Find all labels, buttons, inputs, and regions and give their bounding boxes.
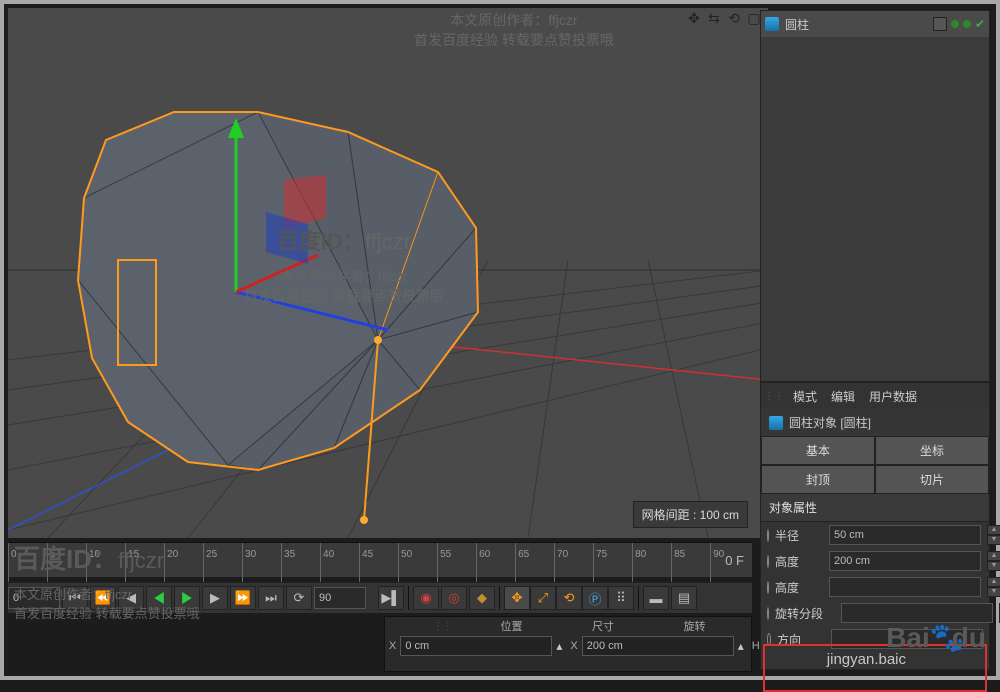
goto-start-button[interactable]: ⏮ [62,586,88,610]
spin-up-icon[interactable]: ▲ [987,551,1000,561]
drag-grip-icon[interactable]: ⋮⋮ [385,621,477,632]
size-x-input[interactable] [582,636,734,656]
pos-header: 位置 [477,618,569,634]
attr-object-header: 圆柱对象 [圆柱] [761,409,989,436]
mode-move-button[interactable]: ✥ [504,586,530,610]
cylinder-icon [765,17,779,31]
autokey-button[interactable]: ◎ [441,586,467,610]
prop-height-row: 高度 ▲▼ [767,550,983,572]
options-a-button[interactable]: ▬ [643,586,669,610]
object-name: 圆柱 [785,16,809,33]
range-start-input[interactable] [8,587,60,609]
mode-scale-button[interactable]: ⤢ [530,586,556,610]
cylinder-icon [769,416,783,430]
attr-section-title: 对象属性 [761,494,989,522]
attr-menu-userdata[interactable]: 用户数据 [869,388,917,405]
attr-menu-mode[interactable]: 模式 [793,388,817,405]
layer-toggle-icon[interactable] [933,17,947,31]
goto-key-end-button[interactable]: ▶▌ [378,586,404,610]
mode-param-button[interactable]: Ⓟ [582,586,608,610]
keyframe-sel-button[interactable]: ◆ [469,586,495,610]
tab-coord[interactable]: 坐标 [875,436,989,465]
viewport-panel[interactable]: ✥ ⇆ ⟲ ▢ [8,8,768,538]
anim-dot-icon[interactable] [767,607,769,620]
goto-end-button[interactable]: ⏭ [258,586,284,610]
play-back-button[interactable] [146,586,172,610]
range-end-input[interactable] [314,587,366,609]
anim-dot-icon[interactable] [767,581,769,594]
prev-frame-button[interactable]: ◀ [118,586,144,610]
options-b-button[interactable]: ▤ [671,586,697,610]
xpresso-check-icon[interactable]: ✔ [975,17,985,31]
object-manager[interactable]: 圆柱 ✔ [760,10,990,382]
tab-slice[interactable]: 切片 [875,465,989,494]
play-button[interactable] [174,586,200,610]
spin-down-icon[interactable]: ▼ [987,535,1000,545]
cylinder-object[interactable] [78,112,478,524]
tab-cap[interactable]: 封顶 [761,465,875,494]
prop-hseg-row: 高度 ▲▼ [767,576,983,598]
rot-header: 旋转 [660,618,752,634]
anim-dot-icon[interactable] [767,529,769,542]
viewport-3d[interactable] [8,30,768,538]
pos-x-input[interactable] [400,636,552,656]
playback-bar: ⏮ ⏪ ◀ ▶ ⏩ ⏭ ⟳ ▶▌ ◉ ◎ ◆ ✥ ⤢ ⟲ Ⓟ ⠿ ▬ ▤ [8,582,752,613]
viewport-nav-icons: ✥ ⇆ ⟲ ▢ [686,10,762,26]
dolly-icon[interactable]: ⇆ [706,10,722,26]
orbit-icon[interactable]: ⟲ [726,10,742,26]
visibility-render-icon[interactable] [963,20,971,28]
loop-button[interactable]: ⟳ [286,586,312,610]
highlight-box [763,644,987,692]
drag-grip-icon[interactable]: ⋮⋮ [769,391,779,402]
record-button[interactable]: ◉ [413,586,439,610]
tab-basic[interactable]: 基本 [761,436,875,465]
radius-input[interactable] [829,525,981,545]
mode-pla-button[interactable]: ⠿ [608,586,634,610]
right-panel: 圆柱 ✔ ⋮⋮ 模式 编辑 用户数据 圆柱对象 [圆柱] 基本 坐标 封顶 切片… [760,10,990,670]
rotseg-input[interactable] [841,603,993,623]
mode-rotate-button[interactable]: ⟲ [556,586,582,610]
next-frame-button[interactable]: ▶ [202,586,228,610]
spin-up-icon[interactable]: ▲ [987,525,1000,535]
timeline-ruler[interactable]: 0 5 10 15 20 25 30 35 40 45 50 55 60 65 … [8,542,752,577]
prev-key-button[interactable]: ⏪ [90,586,116,610]
grid-spacing-label: 网格间距 : 100 cm [633,501,748,528]
spin-down-icon[interactable]: ▼ [987,561,1000,571]
visibility-editor-icon[interactable] [951,20,959,28]
pan-icon[interactable]: ✥ [686,10,702,26]
coordinates-panel: ⋮⋮ 位置 尺寸 旋转 X▴ X▴ H▴ [384,616,752,672]
next-key-button[interactable]: ⏩ [230,586,256,610]
attributes-panel: ⋮⋮ 模式 编辑 用户数据 圆柱对象 [圆柱] 基本 坐标 封顶 切片 对象属性… [760,382,990,670]
hseg-input[interactable] [829,577,981,597]
attr-menu-edit[interactable]: 编辑 [831,388,855,405]
anim-dot-icon[interactable] [767,555,769,568]
object-row-cylinder[interactable]: 圆柱 ✔ [761,11,989,37]
prop-rotseg-row: 旋转分段 ▲▼ [767,602,983,624]
size-header: 尺寸 [568,618,660,634]
height-input[interactable] [829,551,981,571]
prop-radius-row: 半径 ▲▼ [767,524,983,546]
